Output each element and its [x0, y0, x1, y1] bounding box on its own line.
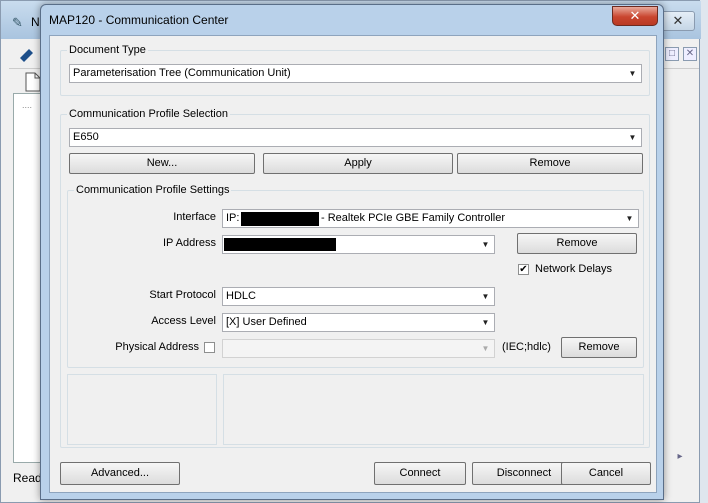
- redacted-ip-block: [241, 212, 319, 226]
- new-profile-button[interactable]: New...: [69, 153, 255, 174]
- document-type-select[interactable]: Parameterisation Tree (Communication Uni…: [69, 64, 642, 83]
- connect-button[interactable]: Connect: [374, 462, 466, 485]
- physical-address-label: Physical Address: [115, 341, 199, 353]
- interface-suffix: - Realtek PCIe GBE Family Controller: [321, 212, 505, 224]
- chevron-down-icon: ▼: [481, 344, 490, 353]
- interface-select[interactable]: IP: - Realtek PCIe GBE Family Controller…: [222, 209, 639, 228]
- network-delays-checkbox[interactable]: ✔: [518, 264, 529, 275]
- communication-center-dialog: MAP120 - Communication Center ✕ Document…: [40, 4, 664, 500]
- start-protocol-select[interactable]: HDLC ▼: [222, 287, 495, 306]
- background-title: N: [31, 15, 40, 29]
- document-type-group: Document Type Parameterisation Tree (Com…: [60, 43, 650, 96]
- access-level-select[interactable]: [X] User Defined ▼: [222, 313, 495, 332]
- cancel-button[interactable]: Cancel: [561, 462, 651, 485]
- status-bar-text: Read: [13, 471, 42, 485]
- interface-label: Interface: [173, 211, 216, 223]
- network-delays-label: Network Delays: [535, 263, 613, 275]
- document-type-label: Document Type: [67, 43, 148, 57]
- chevron-down-icon: ▼: [625, 214, 634, 223]
- advanced-button[interactable]: Advanced...: [60, 462, 180, 485]
- chevron-down-icon: ▼: [481, 318, 490, 327]
- profile-selection-group: Communication Profile Selection E650 ▼ N…: [60, 107, 650, 448]
- interface-prefix: IP:: [226, 212, 240, 224]
- dialog-close-button[interactable]: ✕: [612, 6, 658, 26]
- start-protocol-label: Start Protocol: [149, 289, 216, 301]
- ip-address-select[interactable]: ▼: [222, 235, 495, 254]
- profile-settings-label: Communication Profile Settings: [74, 183, 232, 197]
- dialog-title: MAP120 - Communication Center: [49, 13, 229, 27]
- dialog-body: Document Type Parameterisation Tree (Com…: [49, 35, 657, 493]
- physical-address-hint: (IEC;hdlc): [502, 341, 551, 353]
- scroll-right-icon[interactable]: ▸: [673, 451, 687, 465]
- profile-selection-label: Communication Profile Selection: [67, 107, 230, 121]
- right-empty-panel: [223, 374, 644, 445]
- edit-tool-icon[interactable]: [17, 45, 37, 65]
- profile-select[interactable]: E650 ▼: [69, 128, 642, 147]
- remove-profile-button[interactable]: Remove: [457, 153, 643, 174]
- profile-settings-group: Communication Profile Settings Interface…: [67, 183, 644, 368]
- redacted-ip-address: [224, 238, 336, 251]
- left-empty-panel: [67, 374, 217, 445]
- start-protocol-value: HDLC: [226, 290, 256, 302]
- chevron-down-icon: ▼: [628, 69, 637, 78]
- background-right-edge: □ ✕ ▸: [665, 41, 701, 501]
- physical-address-select[interactable]: ▼: [222, 339, 495, 358]
- document-type-value: Parameterisation Tree (Communication Uni…: [73, 67, 291, 79]
- remove-physical-address-button[interactable]: Remove: [561, 337, 637, 358]
- chevron-down-icon: ▼: [628, 133, 637, 142]
- profile-value: E650: [73, 131, 99, 143]
- apply-profile-button[interactable]: Apply: [263, 153, 453, 174]
- restore-icon[interactable]: □: [665, 47, 679, 61]
- mdi-close-icon[interactable]: ✕: [683, 47, 697, 61]
- remove-ip-button[interactable]: Remove: [517, 233, 637, 254]
- access-level-value: [X] User Defined: [226, 316, 307, 328]
- app-icon: ✎: [12, 15, 23, 30]
- background-close-icon[interactable]: ✕: [661, 11, 695, 31]
- access-level-label: Access Level: [151, 315, 216, 327]
- chevron-down-icon: ▼: [481, 240, 490, 249]
- tree-connector: ....: [22, 100, 33, 110]
- chevron-down-icon: ▼: [481, 292, 490, 301]
- physical-address-checkbox[interactable]: [204, 342, 215, 353]
- ip-address-label: IP Address: [163, 237, 216, 249]
